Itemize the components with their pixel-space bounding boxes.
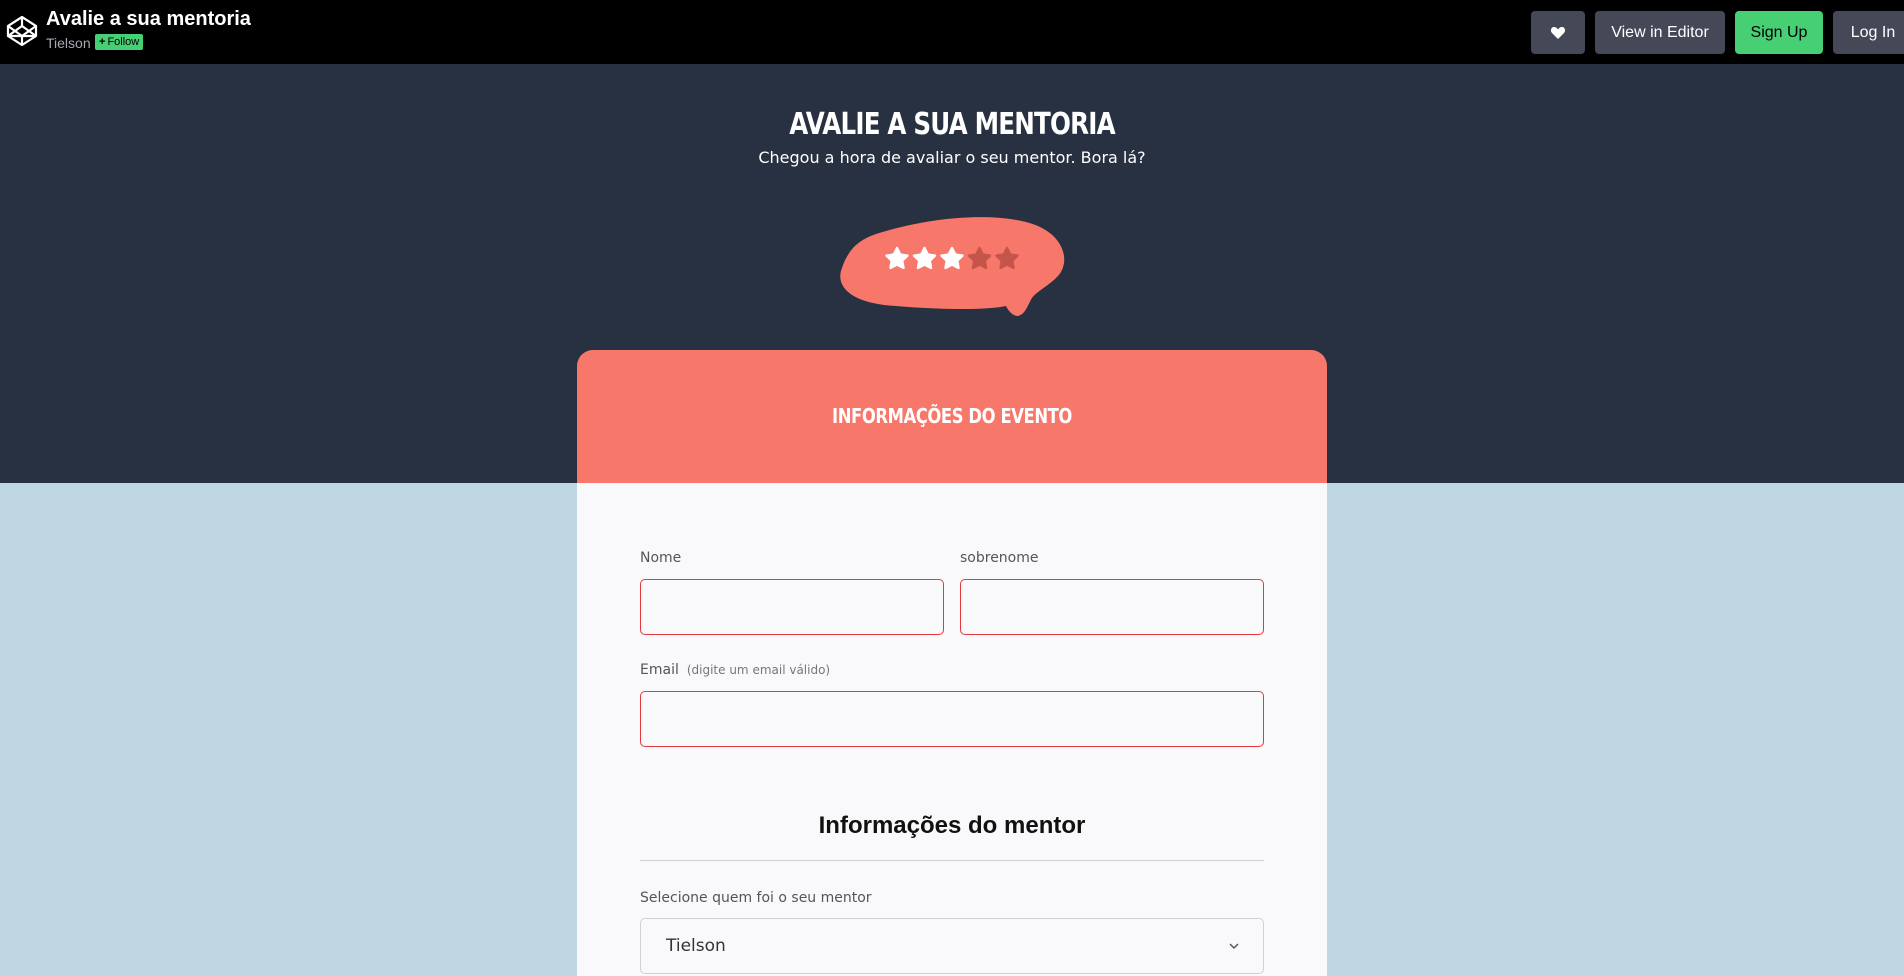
page-subtitle: Chegou a hora de avaliar o seu mentor. B… xyxy=(758,148,1146,167)
mentor-select-value: Tielson xyxy=(666,936,726,956)
mentor-select[interactable]: Tielson xyxy=(640,918,1264,974)
view-in-editor-button[interactable]: View in Editor xyxy=(1595,11,1725,54)
pen-author[interactable]: Tielson xyxy=(46,35,91,51)
event-info-header: INFORMAÇÕES DO EVENTO xyxy=(577,350,1327,483)
last-name-label: sobrenome xyxy=(960,550,1039,566)
first-name-input[interactable] xyxy=(640,579,944,635)
email-label-text: Email xyxy=(640,662,679,678)
speech-bubble-shape xyxy=(840,217,1065,316)
event-info-title: INFORMAÇÕES DO EVENTO xyxy=(832,404,1072,428)
sign-up-button[interactable]: Sign Up xyxy=(1735,11,1823,54)
mentor-section-title: Informações do mentor xyxy=(818,812,1086,839)
follow-label: Follow xyxy=(107,36,140,48)
log-in-button[interactable]: Log In xyxy=(1833,11,1904,54)
plus-icon: + xyxy=(99,36,106,48)
page-title: AVALIE A SUA MENTORIA xyxy=(789,107,1115,142)
email-hint: (digite um email válido) xyxy=(686,663,831,677)
mentor-select-label: Selecione quem foi o seu mentor xyxy=(640,890,872,906)
last-name-input[interactable] xyxy=(960,579,1264,635)
chevron-down-icon xyxy=(1229,943,1239,950)
first-name-label: Nome xyxy=(640,550,682,566)
section-divider xyxy=(640,860,1264,861)
email-label: Email (digite um email válido) xyxy=(640,662,830,678)
email-input[interactable] xyxy=(640,691,1264,747)
follow-button[interactable]: + Follow xyxy=(95,34,144,50)
rating-speech-bubble xyxy=(840,217,1065,316)
codepen-topbar: Avalie a sua mentoria Tielson + Follow Vi… xyxy=(0,0,1904,64)
heart-button[interactable] xyxy=(1531,11,1585,54)
heart-icon xyxy=(1550,26,1566,39)
codepen-logo-icon[interactable] xyxy=(6,15,38,47)
pen-title: Avalie a sua mentoria xyxy=(46,8,251,30)
